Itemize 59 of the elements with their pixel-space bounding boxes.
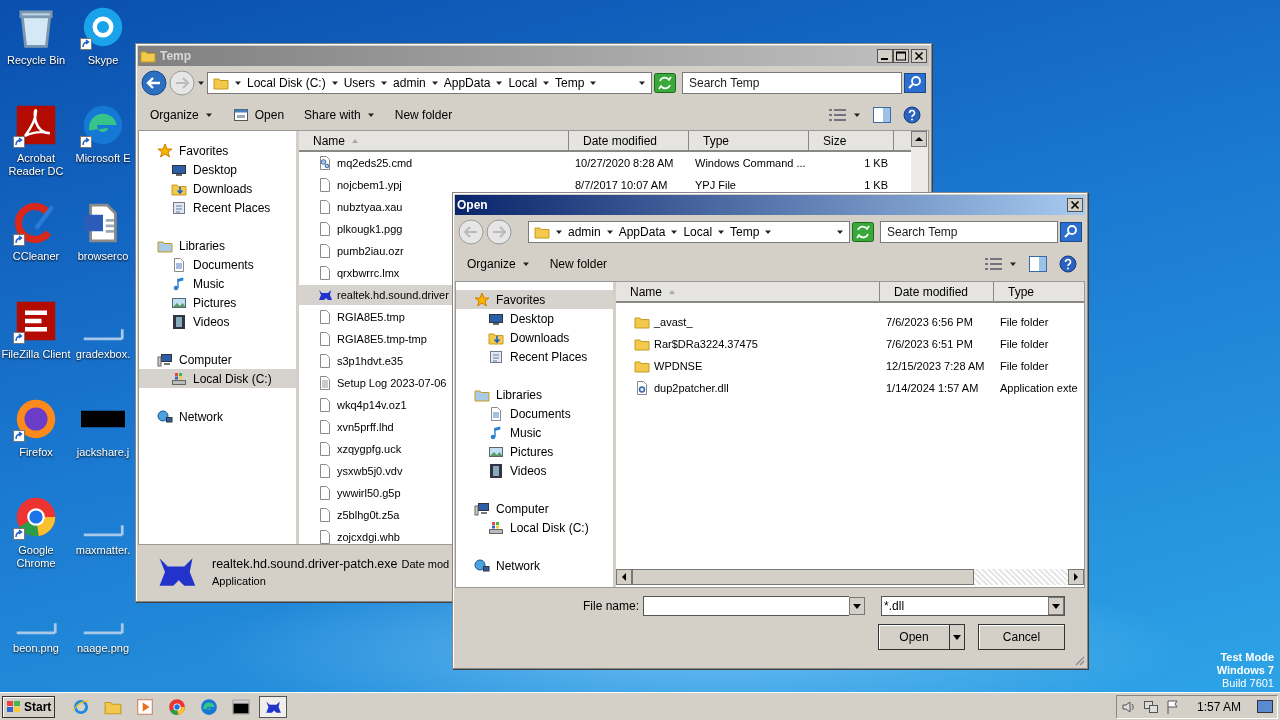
type-cell-text: File folder xyxy=(999,316,1050,328)
desktop-icon-label: maxmatter. xyxy=(75,544,131,557)
type-cell-text: Windows Command ... xyxy=(694,157,807,169)
size-cell-text: 1 KB xyxy=(863,157,889,169)
type-cell-text: File folder xyxy=(999,338,1050,350)
date-cell-text: 1/14/2024 1:57 AM xyxy=(885,382,980,394)
file-name: WPDNSE xyxy=(654,360,703,372)
file-name: ywwirl50.g5p xyxy=(337,487,401,499)
file-name: pumb2iau.ozr xyxy=(337,245,404,257)
type-cell-text: File folder xyxy=(999,360,1050,372)
desktop-icon-label: Firefox xyxy=(19,446,53,459)
file-name: z5blhg0t.z5a xyxy=(337,509,400,521)
file-name: realtek.hd.sound.driver xyxy=(337,289,449,301)
date-cell-text: 7/6/2023 6:51 PM xyxy=(885,338,974,350)
desktop-icon-label: Skype xyxy=(87,54,119,67)
desktop-icon-label: Acrobat Reader DC xyxy=(7,152,65,178)
file-name: xzqygpfg.uck xyxy=(337,443,402,455)
file-name: mq2eds25.cmd xyxy=(337,157,413,169)
window-title: Temp xyxy=(160,49,192,63)
desktop-icon-label: naage.png xyxy=(77,642,129,655)
desktop-icon-label: jackshare.j xyxy=(76,446,130,459)
file-name: _avast_ xyxy=(654,316,693,328)
file-name: Setup Log 2023-07-06 xyxy=(337,377,447,389)
date-cell-text: 7/6/2023 6:56 PM xyxy=(885,316,974,328)
test-mode-text: Test Mode xyxy=(1220,651,1274,664)
desktop-icon-label: Microsoft E xyxy=(75,152,131,165)
file-name-label: File name: xyxy=(583,599,640,613)
type-cell-text: Application exte xyxy=(999,382,1079,394)
file-name: xvn5prff.lhd xyxy=(337,421,394,433)
type-cell-text: YPJ File xyxy=(694,179,737,191)
file-name: nojcbem1.ypj xyxy=(337,179,402,191)
desktop-icon-label: FileZilla Client xyxy=(1,348,71,361)
file-name: wkq4p14v.oz1 xyxy=(337,399,407,411)
date-cell-text: 12/15/2023 7:28 AM xyxy=(885,360,986,372)
file-name: realtek.hd.sound.driver-patch.exe xyxy=(212,557,398,571)
date-label: Date mod xyxy=(401,558,450,570)
file-name: plkougk1.pgg xyxy=(337,223,403,235)
test-mode-text: Windows 7 xyxy=(1216,664,1274,677)
date-cell-text: 8/7/2017 10:07 AM xyxy=(574,179,669,191)
desktop-icon-label: CCleaner xyxy=(12,250,60,263)
window-title: Open xyxy=(457,198,488,212)
date-cell-text: 10/27/2020 8:28 AM xyxy=(574,157,675,169)
file-name: s3p1hdvt.e35 xyxy=(337,355,404,367)
size-cell-text: 1 KB xyxy=(863,179,889,191)
desktop-icon-label: browserco xyxy=(77,250,129,263)
file-name: Rar$DRa3224.37475 xyxy=(654,338,758,350)
desktop-icon-label: beon.png xyxy=(13,642,59,655)
file-name: RGIA8E5.tmp xyxy=(337,311,405,323)
file-name: zojcxdgi.whb xyxy=(337,531,400,543)
desktop-icon-label: gradexbox. xyxy=(75,348,131,361)
file-name: nubztyaa.xau xyxy=(337,201,403,213)
file-name: qrxbwrrc.lmx xyxy=(337,267,400,279)
file-name: dup2patcher.dll xyxy=(654,382,729,394)
test-mode-text: Build 7601 xyxy=(1222,677,1274,690)
desktop-icon-label: Recycle Bin xyxy=(6,54,66,67)
file-name: RGIA8E5.tmp-tmp xyxy=(337,333,427,345)
file-name: ysxwb5j0.vdv xyxy=(337,465,403,477)
file-type: Application xyxy=(212,575,267,587)
desktop-icon-label: Google Chrome xyxy=(15,544,57,570)
